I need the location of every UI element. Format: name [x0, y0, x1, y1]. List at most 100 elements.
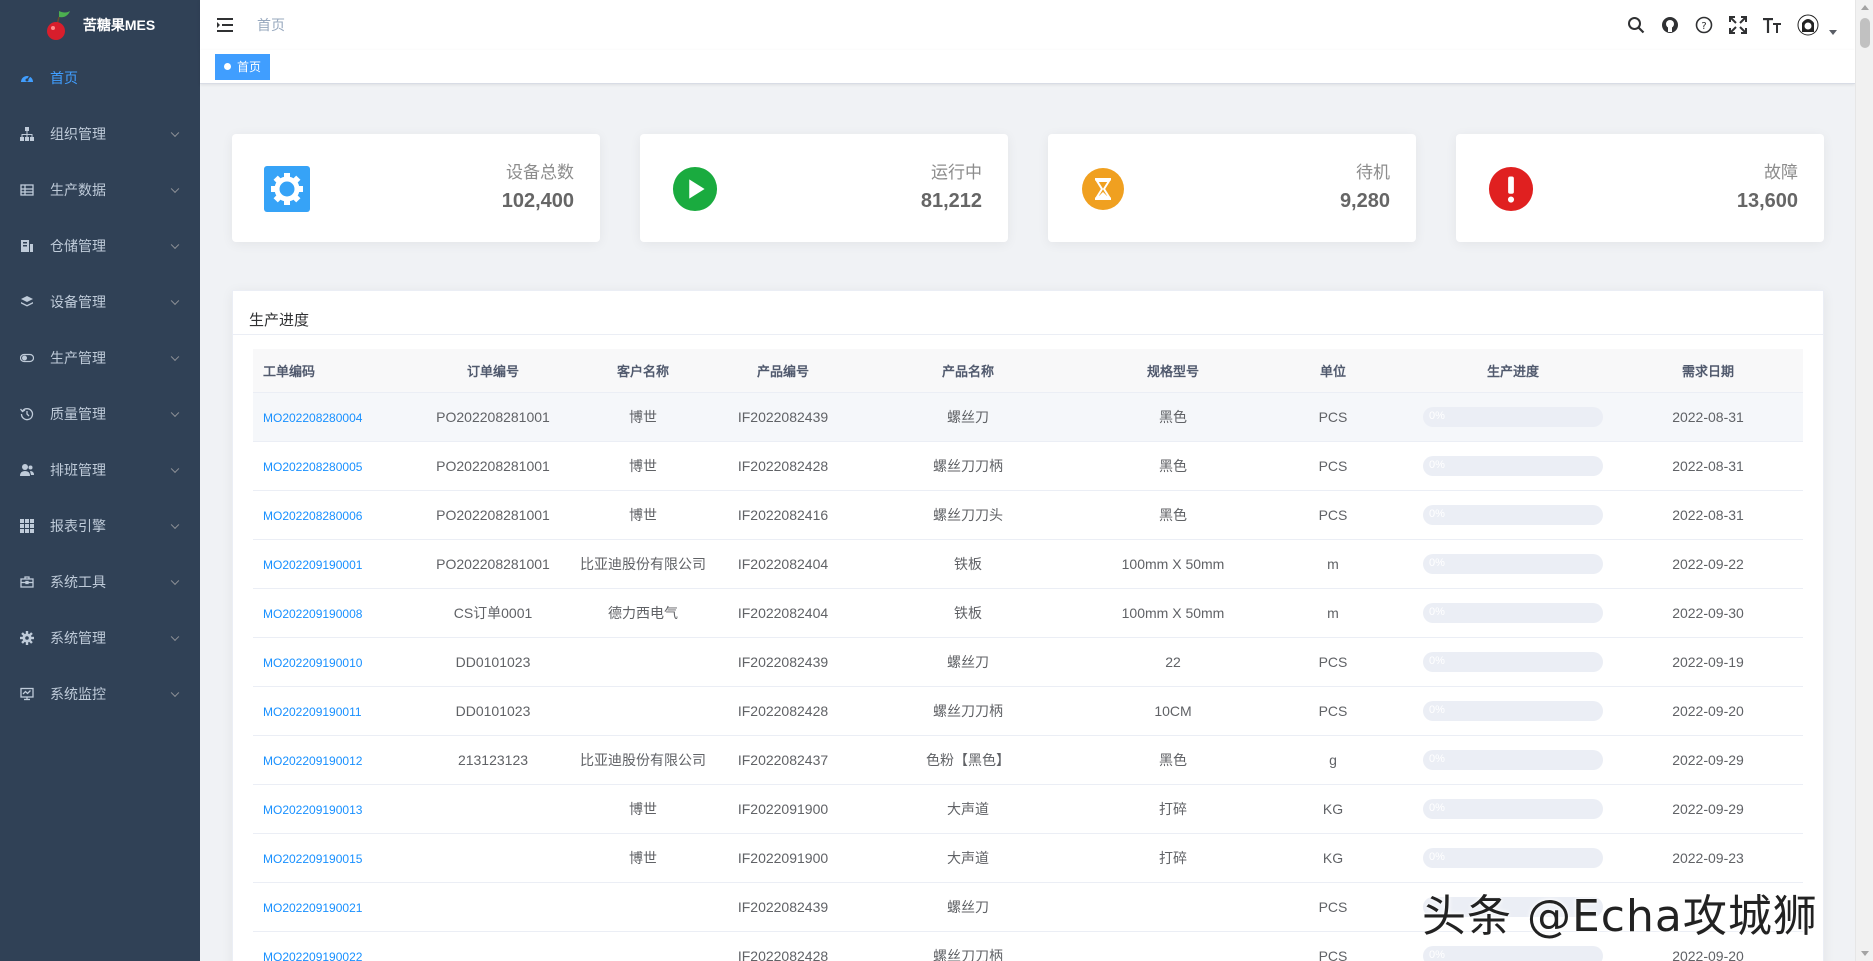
tag-home[interactable]: 首页 — [215, 53, 271, 80]
product-code-cell: IF2022082428 — [737, 703, 829, 719]
table-row[interactable]: MO202209190008 CS订单0001 德力西电气 IF2022082404 铁… — [253, 589, 1803, 638]
caret-down-icon[interactable] — [1829, 29, 1837, 35]
stat-card-standby[interactable]: 待机 9,280 — [1048, 134, 1416, 242]
table-row[interactable]: MO202209190001 PO202208281001 比亚迪股份有限公司 IF2… — [253, 540, 1803, 589]
column-header[interactable]: 产品名称 — [843, 361, 1093, 380]
sidebar-item[interactable]: 系统监控 — [0, 666, 200, 722]
sidebar-item[interactable]: 排班管理 — [0, 442, 200, 498]
chevron-down-icon — [170, 296, 180, 306]
monitor-icon — [20, 687, 34, 701]
column-header[interactable]: 客户名称 — [563, 361, 723, 380]
table-row[interactable]: MO202209190015 博世 IF2022091900 大声道 打碎 KG 0% 202… — [253, 834, 1803, 883]
product-code-cell: IF2022082439 — [737, 899, 829, 915]
sidebar-item[interactable]: 设备管理 — [0, 274, 200, 330]
stat-card-total[interactable]: 设备总数 102,400 — [232, 134, 600, 242]
work-order-link[interactable]: MO202209190001 — [263, 558, 362, 572]
table-row[interactable]: MO202209190012 213123123 比亚迪股份有限公司 IF202208… — [253, 736, 1803, 785]
customer-name-cell: 博世 — [629, 801, 657, 817]
sidebar-item[interactable]: 生产管理 — [0, 330, 200, 386]
help-icon[interactable]: ? — [1695, 16, 1713, 34]
progress-text: 0% — [1429, 851, 1445, 863]
github-icon[interactable] — [1661, 16, 1679, 34]
sidebar-item-label: 组织管理 — [50, 126, 106, 142]
stat-value: 13,600 — [1736, 190, 1798, 212]
progress-cell: 0% — [1413, 505, 1613, 525]
table-row[interactable]: MO202209190011 DD0101023 IF2022082428 螺丝刀刀柄… — [253, 687, 1803, 736]
table-row[interactable]: MO202209190013 博世 IF2022091900 大声道 打碎 KG 0% 202… — [253, 785, 1803, 834]
logo[interactable]: 苦糖果MES — [0, 0, 200, 50]
hamburger-icon[interactable] — [217, 17, 235, 33]
product-name-cell: 螺丝刀 — [947, 409, 989, 425]
gear-icon — [264, 166, 310, 212]
unit-cell: PCS — [1318, 899, 1348, 915]
work-order-link[interactable]: MO202209190015 — [263, 852, 362, 866]
work-order-link[interactable]: MO202208280006 — [263, 509, 362, 523]
work-order-link[interactable]: MO202209190010 — [263, 656, 362, 670]
fullscreen-icon[interactable] — [1729, 16, 1747, 34]
progress-text: 0% — [1429, 802, 1445, 814]
chevron-down-icon — [170, 576, 180, 586]
column-header[interactable]: 规格型号 — [1093, 361, 1253, 380]
scrollbar[interactable] — [1855, 0, 1873, 961]
chevron-down-icon — [170, 520, 180, 530]
progress-cell: 0% — [1413, 603, 1613, 623]
sidebar-item[interactable]: 系统工具 — [0, 554, 200, 610]
order-number-cell: DD0101023 — [455, 703, 531, 719]
product-code-cell: IF2022082428 — [737, 458, 829, 474]
table-row[interactable]: MO202208280005 PO202208281001 博世 IF20220824… — [253, 442, 1803, 491]
column-header[interactable]: 订单编号 — [423, 361, 563, 380]
avatar[interactable] — [1797, 14, 1819, 36]
breadcrumb[interactable]: 首页 — [257, 15, 285, 35]
chevron-down-icon — [170, 352, 180, 362]
scroll-down-icon[interactable] — [1861, 951, 1869, 956]
table-row[interactable]: MO202208280004 PO202208281001 博世 IF20220824… — [253, 393, 1803, 442]
unit-cell: KG — [1322, 850, 1344, 866]
work-order-link[interactable]: MO202208280005 — [263, 460, 362, 474]
table-row[interactable]: MO202208280006 PO202208281001 博世 IF20220824… — [253, 491, 1803, 540]
sidebar-item[interactable]: 仓储管理 — [0, 218, 200, 274]
work-order-link[interactable]: MO202209190008 — [263, 607, 362, 621]
search-icon[interactable] — [1627, 16, 1645, 34]
column-header[interactable]: 产品编号 — [723, 361, 843, 380]
progress-text: 0% — [1429, 949, 1445, 961]
stat-card-fault[interactable]: 故障 13,600 — [1456, 134, 1824, 242]
work-order-link[interactable]: MO202209190012 — [263, 754, 362, 768]
sidebar-item[interactable]: 首页 — [0, 50, 200, 106]
work-order-link[interactable]: MO202209190011 — [263, 705, 362, 719]
scroll-thumb[interactable] — [1860, 18, 1870, 48]
spec-model-cell: 打碎 — [1159, 850, 1187, 866]
customer-name-cell: 博世 — [629, 409, 657, 425]
product-code-cell: IF2022082404 — [737, 605, 829, 621]
stat-card-running[interactable]: 运行中 81,212 — [640, 134, 1008, 242]
scroll-up-icon[interactable] — [1861, 5, 1869, 10]
table-row[interactable]: MO202209190010 DD0101023 IF2022082439 螺丝刀 22… — [253, 638, 1803, 687]
sidebar-item-label: 报表引擎 — [50, 518, 106, 534]
order-number-cell: PO202208281001 — [436, 458, 550, 474]
work-order-link[interactable]: MO202209190021 — [263, 901, 362, 915]
product-code-cell: IF2022082439 — [737, 409, 829, 425]
column-header[interactable]: 单位 — [1253, 361, 1413, 380]
order-number-cell: DD0101023 — [455, 654, 531, 670]
tags-view: 首页 — [200, 50, 1855, 84]
column-header[interactable]: 生产进度 — [1413, 361, 1613, 380]
column-header[interactable]: 工单编码 — [253, 361, 423, 380]
sidebar-item[interactable]: 组织管理 — [0, 106, 200, 162]
sidebar-item[interactable]: 报表引擎 — [0, 498, 200, 554]
sidebar-item[interactable]: 系统管理 — [0, 610, 200, 666]
sidebar-item[interactable]: 质量管理 — [0, 386, 200, 442]
chevron-down-icon — [170, 632, 180, 642]
sidebar-item[interactable]: 生产数据 — [0, 162, 200, 218]
spec-model-cell: 黑色 — [1159, 752, 1187, 768]
work-order-link[interactable]: MO202209190022 — [263, 950, 362, 961]
progress-text: 0% — [1429, 655, 1445, 667]
font-size-icon[interactable] — [1763, 16, 1781, 34]
work-order-link[interactable]: MO202208280004 — [263, 411, 362, 425]
product-name-cell: 螺丝刀刀头 — [933, 507, 1003, 523]
column-header[interactable]: 需求日期 — [1613, 361, 1803, 380]
product-code-cell: IF2022091900 — [737, 850, 829, 866]
spec-model-cell: 黑色 — [1159, 458, 1187, 474]
app-title: 苦糖果MES — [82, 17, 156, 33]
dashboard-icon — [20, 71, 34, 85]
work-order-code-cell: MO202209190021 — [253, 899, 423, 915]
work-order-link[interactable]: MO202209190013 — [263, 803, 362, 817]
